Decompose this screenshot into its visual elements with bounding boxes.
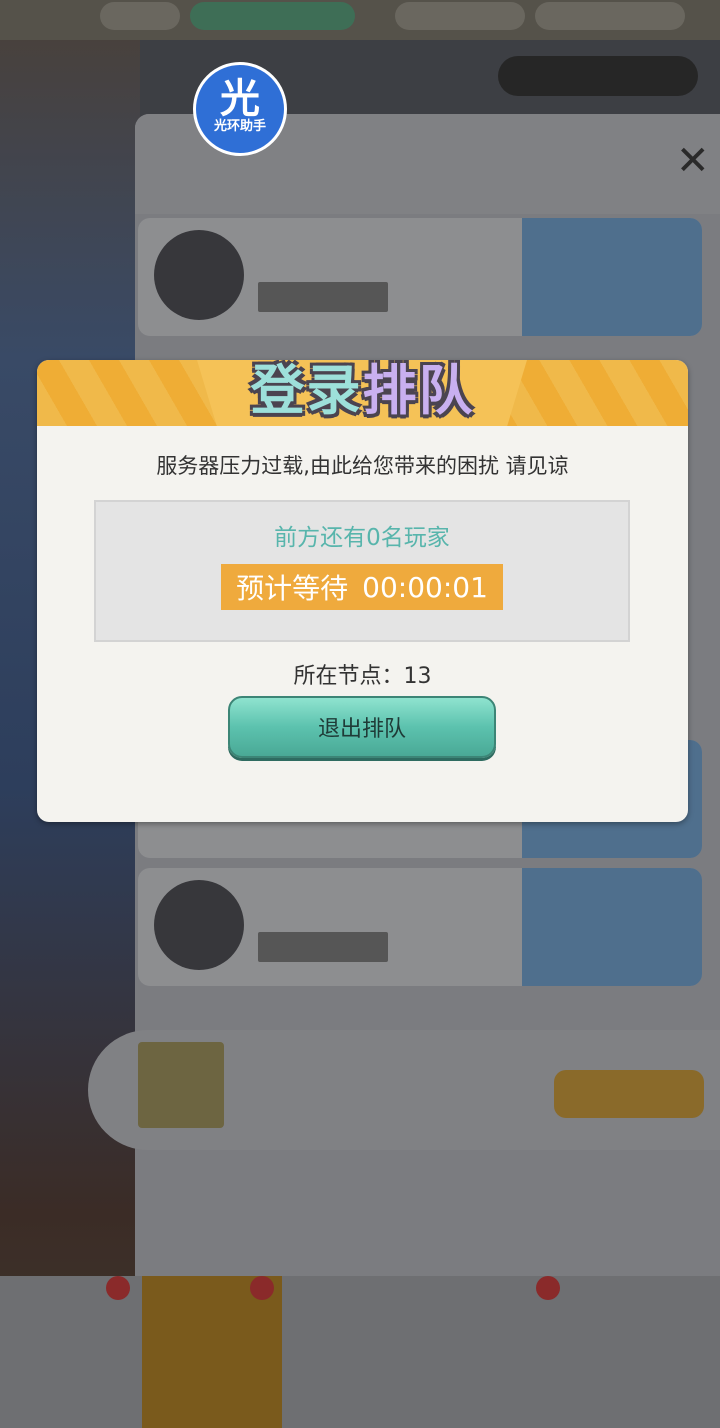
helper-logo-caption: 光环助手 [213,119,266,134]
background-top-pill [395,2,525,30]
background-card-bar [258,932,388,962]
background-close-icon: ✕ [676,138,710,184]
wait-label: 预计等待 [236,572,349,605]
background-work-picture [138,1042,224,1128]
wait-time: 00:00:01 [362,570,488,604]
background-notification-dot [106,1276,130,1300]
background-top-pill [535,2,685,30]
background-shop-button [498,56,698,96]
background-notification-dot [250,1276,274,1300]
background-work-button [554,1070,704,1118]
overload-message: 服务器压力过载,由此给您带来的困扰 请见谅 [156,454,569,478]
login-queue-dialog: 登录排队 服务器压力过载,由此给您带来的困扰 请见谅 前方还有0名玩家 预计等待… [37,360,688,822]
background-bottom-tabs [0,1276,720,1428]
dialog-title-part1: 登录 [250,360,363,422]
background-card-strip [522,868,702,986]
background-top-pill [190,2,355,30]
background-work-banner [88,1030,720,1150]
background-list-card [138,868,702,986]
queue-info-box: 前方还有0名玩家 预计等待 00:00:01 [94,500,630,642]
helper-logo-glyph: 光 [220,76,260,122]
background-card-strip [522,218,702,336]
exit-queue-button[interactable]: 退出排队 [228,696,496,758]
dialog-title: 登录排队 [37,360,688,425]
dialog-title-part2: 排队 [362,360,475,422]
background-avatar [154,880,244,970]
queue-position-text: 前方还有0名玩家 [274,525,450,551]
background-avatar [154,230,244,320]
background-notification-dot [536,1276,560,1300]
estimated-wait-badge: 预计等待 00:00:01 [221,564,503,610]
helper-logo-button[interactable]: 光 光环助手 [193,62,287,156]
background-top-bar [0,0,720,40]
server-node-text: 所在节点：13 [293,664,432,689]
background-card-bar [258,282,388,312]
background-list-card [138,218,702,336]
background-top-pill [100,2,180,30]
